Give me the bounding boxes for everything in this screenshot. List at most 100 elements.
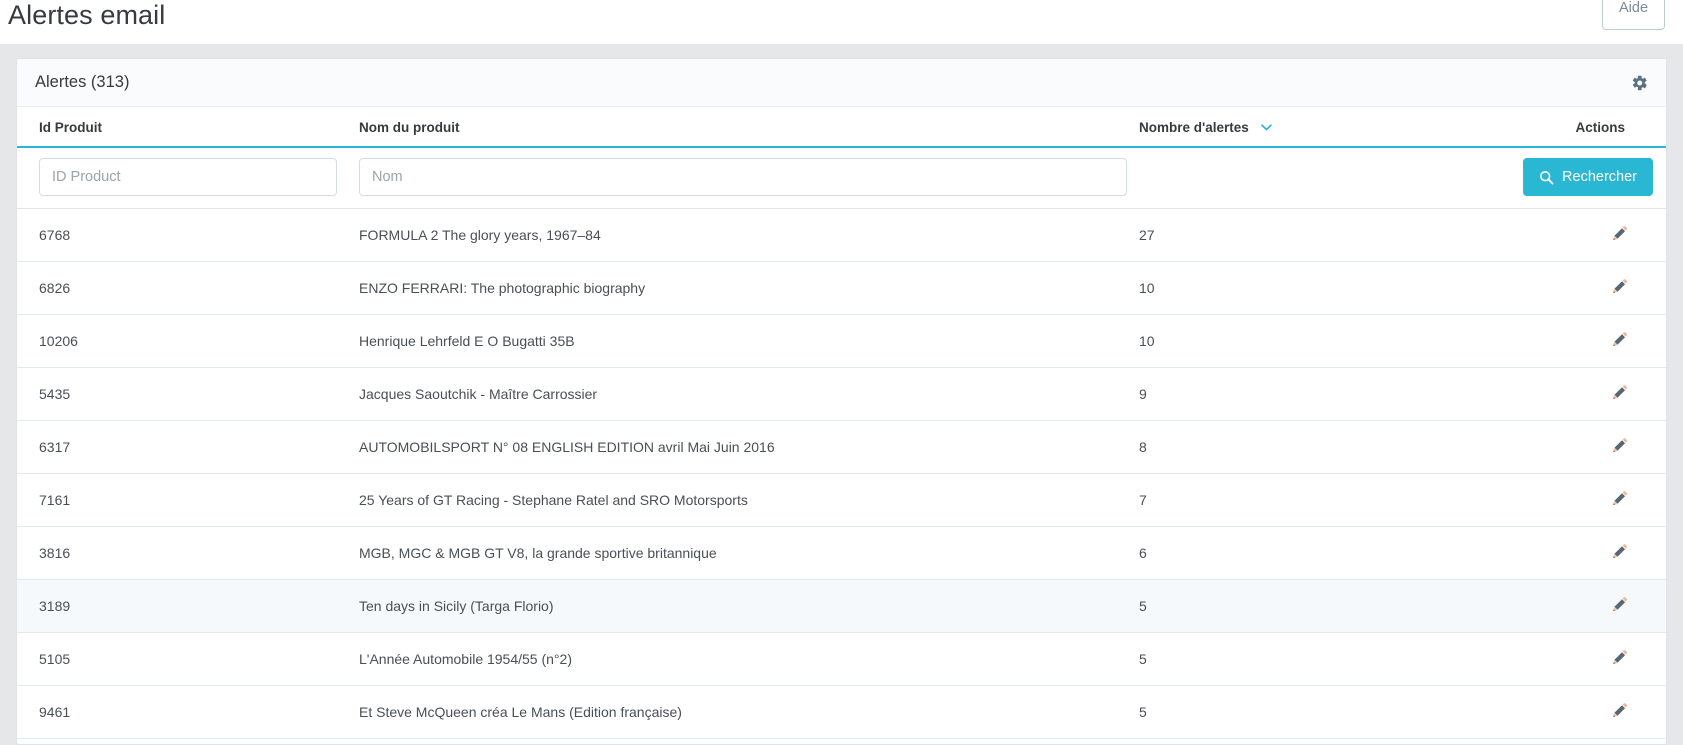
cell-actions xyxy=(1507,367,1666,421)
table-row[interactable]: 10206 Henrique Lehrfeld E O Bugatti 35B 10 xyxy=(17,314,1666,368)
pencil-icon xyxy=(1612,596,1629,613)
cell-actions xyxy=(1507,632,1666,686)
column-header-actions: Actions xyxy=(1507,107,1666,148)
gear-icon[interactable] xyxy=(1629,73,1648,92)
cell-id-produit: 6826 xyxy=(17,261,347,315)
edit-row-button[interactable] xyxy=(1612,225,1629,242)
table-row[interactable]: 7161 25 Years of GT Racing - Stephane Rat… xyxy=(17,473,1666,527)
table-row[interactable]: 6826 ENZO FERRARI: The photographic biogr… xyxy=(17,261,1666,315)
cell-actions xyxy=(1507,738,1666,744)
table-row[interactable]: 6768 FORMULA 2 The glory years, 1967–84 27 xyxy=(17,208,1666,262)
cell-nombre-alertes: 10 xyxy=(1127,261,1507,315)
table-row[interactable]: 3189 Ten days in Sicily (Targa Florio) 5 xyxy=(17,579,1666,633)
cell-actions xyxy=(1507,685,1666,739)
cell-actions xyxy=(1507,314,1666,368)
table-head: Id Produit Nom du produit Nombre d'alert… xyxy=(17,107,1666,148)
card-title: Alertes (313) xyxy=(35,73,130,91)
cell-nom-produit: L'Année Automobile 1954/55 (n°2) xyxy=(347,632,1127,686)
filter-cell-name xyxy=(347,147,1127,209)
pencil-icon xyxy=(1612,702,1629,719)
table-row[interactable]: 3816 MGB, MGC & MGB GT V8, la grande spor… xyxy=(17,526,1666,580)
cell-id-produit: 9788 xyxy=(17,738,347,744)
edit-row-button[interactable] xyxy=(1612,278,1629,295)
pencil-icon xyxy=(1612,437,1629,454)
edit-row-button[interactable] xyxy=(1612,331,1629,348)
cell-nombre-alertes: 5 xyxy=(1127,685,1507,739)
table-header-row: Id Produit Nom du produit Nombre d'alert… xyxy=(17,107,1666,148)
search-button-label: Rechercher xyxy=(1562,169,1637,185)
content-area: Alertes (313) Id Produit Nom du produit xyxy=(0,44,1683,745)
chevron-down-icon xyxy=(1260,119,1272,134)
alerts-table: Id Produit Nom du produit Nombre d'alert… xyxy=(17,107,1666,744)
cell-nombre-alertes: 9 xyxy=(1127,367,1507,421)
cell-id-produit: 3816 xyxy=(17,526,347,580)
cell-nombre-alertes: 5 xyxy=(1127,579,1507,633)
column-header-nom-du-produit[interactable]: Nom du produit xyxy=(347,107,1127,148)
edit-row-button[interactable] xyxy=(1612,490,1629,507)
cell-id-produit: 6768 xyxy=(17,208,347,262)
table-body: Rechercher 6768FORMULA 2 The glory years… xyxy=(17,147,1666,744)
cell-id-produit: 9461 xyxy=(17,685,347,739)
cell-nombre-alertes: 8 xyxy=(1127,420,1507,474)
edit-row-button[interactable] xyxy=(1612,543,1629,560)
column-header-nombre-d-alertes[interactable]: Nombre d'alertes xyxy=(1127,107,1507,148)
cell-nom-produit: Ferrari 250 GTE – The Family Car That Fu… xyxy=(347,738,1127,744)
search-input-nom-produit[interactable] xyxy=(359,158,1127,196)
filter-cell-count xyxy=(1127,147,1507,209)
table-row[interactable]: 5105 L'Année Automobile 1954/55 (n°2) 5 xyxy=(17,632,1666,686)
pencil-icon xyxy=(1612,490,1629,507)
table-row[interactable]: 9788Ferrari 250 GTE – The Family Car Tha… xyxy=(17,738,1666,744)
pencil-icon xyxy=(1612,384,1629,401)
cell-nom-produit: AUTOMOBILSPORT N° 08 ENGLISH EDITION avr… xyxy=(347,420,1127,474)
cell-nom-produit: Et Steve McQueen créa Le Mans (Edition f… xyxy=(347,685,1127,739)
search-button[interactable]: Rechercher xyxy=(1523,158,1653,196)
cell-id-produit: 7161 xyxy=(17,473,347,527)
cell-nombre-alertes: 5 xyxy=(1127,738,1507,744)
cell-id-produit: 10206 xyxy=(17,314,347,368)
cell-nom-produit: MGB, MGC & MGB GT V8, la grande sportive… xyxy=(347,526,1127,580)
cell-actions xyxy=(1507,208,1666,262)
pencil-icon xyxy=(1612,331,1629,348)
cell-id-produit: 3189 xyxy=(17,579,347,633)
pencil-icon xyxy=(1612,225,1629,242)
cell-nom-produit: FORMULA 2 The glory years, 1967–84 xyxy=(347,208,1127,262)
edit-row-button[interactable] xyxy=(1612,437,1629,454)
edit-row-button[interactable] xyxy=(1612,649,1629,666)
cell-actions xyxy=(1507,473,1666,527)
cell-nom-produit: ENZO FERRARI: The photographic biography xyxy=(347,261,1127,315)
table-row[interactable]: 9461 Et Steve McQueen créa Le Mans (Editi… xyxy=(17,685,1666,739)
cell-id-produit: 5105 xyxy=(17,632,347,686)
cell-nom-produit: 25 Years of GT Racing - Stephane Ratel a… xyxy=(347,473,1127,527)
edit-row-button[interactable] xyxy=(1612,384,1629,401)
edit-row-button[interactable] xyxy=(1612,596,1629,613)
card-header: Alertes (313) xyxy=(17,59,1666,107)
cell-nombre-alertes: 6 xyxy=(1127,526,1507,580)
page-header: Alertes email Aide xyxy=(0,0,1683,44)
edit-row-button[interactable] xyxy=(1612,702,1629,719)
search-input-id-produit[interactable] xyxy=(39,158,337,196)
cell-actions xyxy=(1507,579,1666,633)
filter-cell-id xyxy=(17,147,347,209)
pencil-icon xyxy=(1612,543,1629,560)
column-header-label: Actions xyxy=(1575,119,1625,135)
cell-actions xyxy=(1507,261,1666,315)
column-header-label: Nombre d'alertes xyxy=(1139,120,1249,135)
alerts-card: Alertes (313) Id Produit Nom du produit xyxy=(16,58,1667,745)
cell-nombre-alertes: 27 xyxy=(1127,208,1507,262)
column-header-label: Nom du produit xyxy=(359,119,460,135)
table-row[interactable]: 5435 Jacques Saoutchik - Maître Carrossie… xyxy=(17,367,1666,421)
column-header-id-produit[interactable]: Id Produit xyxy=(17,107,347,148)
cell-actions xyxy=(1507,420,1666,474)
pencil-icon xyxy=(1612,649,1629,666)
table-row[interactable]: 6317 AUTOMOBILSPORT N° 08 ENGLISH EDITION… xyxy=(17,420,1666,474)
page-title: Alertes email xyxy=(8,0,166,30)
cell-nombre-alertes: 10 xyxy=(1127,314,1507,368)
column-header-label: Id Produit xyxy=(39,119,102,135)
cell-nom-produit: Jacques Saoutchik - Maître Carrossier xyxy=(347,367,1127,421)
filter-cell-actions: Rechercher xyxy=(1507,147,1666,209)
search-icon xyxy=(1539,170,1554,185)
cell-id-produit: 5435 xyxy=(17,367,347,421)
help-button[interactable]: Aide xyxy=(1602,0,1665,30)
cell-nom-produit: Henrique Lehrfeld E O Bugatti 35B xyxy=(347,314,1127,368)
cell-nom-produit: Ten days in Sicily (Targa Florio) xyxy=(347,579,1127,633)
